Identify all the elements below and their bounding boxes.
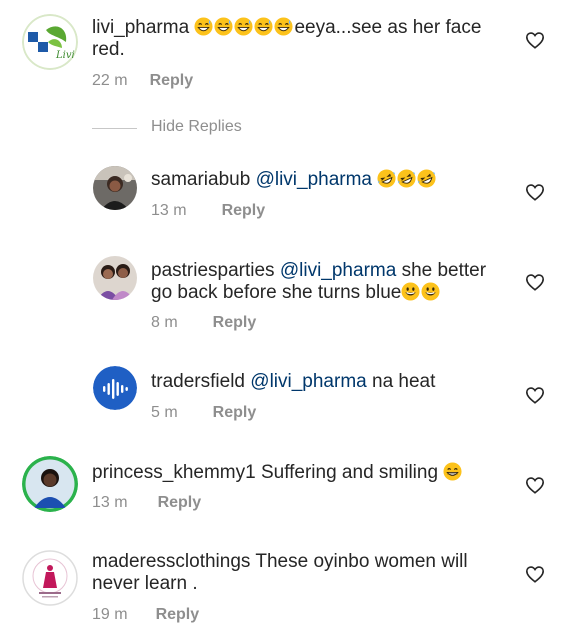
reply-body: na heat bbox=[372, 371, 436, 392]
comment-timestamp: 19 m bbox=[92, 606, 128, 623]
reply-text: samariabub @livi_pharma bbox=[151, 169, 511, 191]
rofl-emoji-icon bbox=[397, 169, 416, 188]
rofl-emoji-icon bbox=[417, 169, 436, 188]
reply-username[interactable]: tradersfield bbox=[151, 371, 245, 392]
reply-timestamp: 13 m bbox=[151, 202, 187, 219]
reply-meta: 8 m Reply bbox=[151, 314, 256, 332]
avatar-princess-khemmy1[interactable] bbox=[22, 456, 78, 512]
hide-replies-label[interactable]: Hide Replies bbox=[151, 118, 242, 136]
divider-line bbox=[92, 128, 137, 129]
reply-timestamp: 8 m bbox=[151, 314, 178, 331]
grin-emoji-icon bbox=[401, 282, 420, 301]
comment-timestamp: 22 m bbox=[92, 72, 128, 89]
heart-outline-icon[interactable] bbox=[525, 476, 545, 494]
comment-meta: 22 m Reply bbox=[92, 72, 193, 90]
reply-tradersfield: tradersfield @livi_pharma na heat 5 m Rep… bbox=[0, 360, 574, 430]
heart-outline-icon[interactable] bbox=[525, 183, 545, 201]
avatar-livi-pharma[interactable]: Livi bbox=[22, 14, 78, 70]
grin-sweat-emoji-icon bbox=[214, 17, 233, 36]
comment-username[interactable]: maderessclothings bbox=[92, 551, 250, 572]
heart-outline-icon[interactable] bbox=[525, 31, 545, 49]
emoji-group bbox=[377, 169, 437, 190]
comment-text: livi_pharma eeya...see as her face red. bbox=[92, 17, 512, 61]
comment-maderessclothings: maderessclothings These oyinbo women wil… bbox=[0, 540, 574, 640]
comment-timestamp: 13 m bbox=[92, 494, 128, 511]
emoji-group bbox=[194, 17, 294, 38]
reply-button[interactable]: Reply bbox=[222, 202, 266, 220]
comment-meta: 13 m Reply bbox=[92, 494, 201, 512]
grin-emoji-icon bbox=[421, 282, 440, 301]
reply-text: pastriesparties @livi_pharma she better … bbox=[151, 260, 511, 304]
mention-link[interactable]: @livi_pharma bbox=[280, 260, 396, 281]
reply-text: tradersfield @livi_pharma na heat bbox=[151, 371, 511, 393]
reply-username[interactable]: pastriesparties bbox=[151, 260, 275, 281]
reply-button[interactable]: Reply bbox=[150, 72, 194, 90]
reply-button[interactable]: Reply bbox=[213, 404, 257, 422]
emoji-group bbox=[443, 462, 463, 483]
heart-outline-icon[interactable] bbox=[525, 565, 545, 583]
comment-username[interactable]: livi_pharma bbox=[92, 17, 189, 38]
reply-username[interactable]: samariabub bbox=[151, 169, 250, 190]
reply-meta: 13 m Reply bbox=[151, 202, 265, 220]
avatar-maderessclothings[interactable] bbox=[22, 550, 78, 606]
grin-sweat-emoji-icon bbox=[254, 17, 273, 36]
emoji-group bbox=[401, 282, 441, 303]
heart-outline-icon[interactable] bbox=[525, 386, 545, 404]
grin-teeth-emoji-icon bbox=[443, 462, 462, 481]
grin-sweat-emoji-icon bbox=[194, 17, 213, 36]
avatar-livi-text: Livi bbox=[55, 50, 75, 61]
comment-text: princess_khemmy1 Suffering and smiling bbox=[92, 462, 512, 484]
avatar-tradersfield[interactable] bbox=[93, 366, 137, 410]
heart-outline-icon[interactable] bbox=[525, 273, 545, 291]
grin-sweat-emoji-icon bbox=[274, 17, 293, 36]
reply-timestamp: 5 m bbox=[151, 404, 178, 421]
mention-link[interactable]: @livi_pharma bbox=[256, 169, 372, 190]
comment-princess-khemmy1: princess_khemmy1 Suffering and smiling 1… bbox=[0, 450, 574, 520]
comment-text: maderessclothings These oyinbo women wil… bbox=[92, 551, 512, 595]
reply-button[interactable]: Reply bbox=[156, 606, 200, 624]
comment-username[interactable]: princess_khemmy1 bbox=[92, 462, 256, 483]
avatar-samariabub[interactable] bbox=[93, 166, 137, 210]
comment-livi-pharma: Livi livi_pharma eeya...see as her face … bbox=[0, 0, 574, 100]
mention-link[interactable]: @livi_pharma bbox=[250, 371, 366, 392]
reply-button[interactable]: Reply bbox=[158, 494, 202, 512]
comment-meta: 19 m Reply bbox=[92, 606, 199, 624]
grin-sweat-emoji-icon bbox=[234, 17, 253, 36]
reply-samariabub: samariabub @livi_pharma 13 m Reply bbox=[0, 160, 574, 230]
rofl-emoji-icon bbox=[377, 169, 396, 188]
comment-body: Suffering and smiling bbox=[260, 462, 439, 483]
reply-pastriesparties: pastriesparties @livi_pharma she better … bbox=[0, 250, 574, 340]
reply-button[interactable]: Reply bbox=[213, 314, 257, 332]
reply-meta: 5 m Reply bbox=[151, 404, 256, 422]
avatar-pastriesparties[interactable] bbox=[93, 256, 137, 300]
